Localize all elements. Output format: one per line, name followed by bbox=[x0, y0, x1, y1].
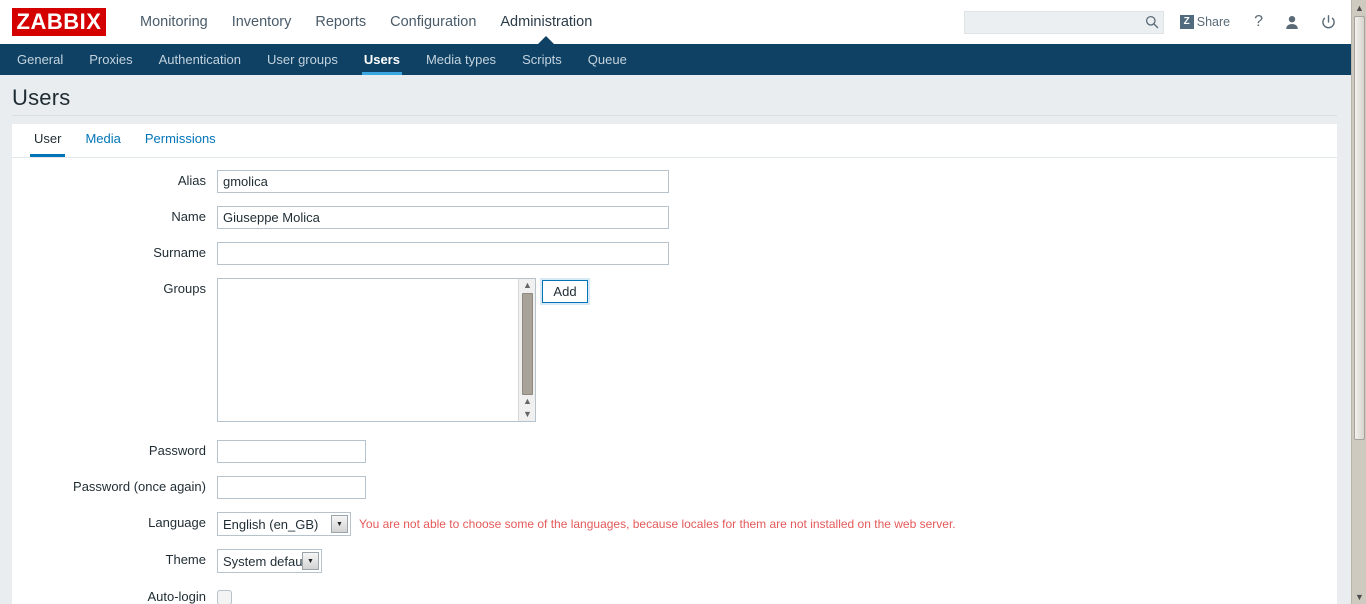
password-control bbox=[217, 440, 366, 463]
autologin-checkbox[interactable] bbox=[217, 590, 232, 604]
scrollbar-thumb[interactable] bbox=[522, 293, 533, 395]
scroll-down-icon[interactable]: ▼ bbox=[519, 408, 536, 421]
form-tabs: User Media Permissions bbox=[12, 124, 1337, 158]
alias-control bbox=[217, 170, 669, 193]
groups-listbox-scrollbar[interactable]: ▲ ▲ ▼ bbox=[518, 279, 535, 421]
name-control bbox=[217, 206, 669, 229]
language-label: Language bbox=[148, 515, 206, 530]
menu-item-monitoring[interactable]: Monitoring bbox=[128, 0, 220, 44]
password-label: Password bbox=[148, 443, 206, 458]
name-label: Name bbox=[171, 209, 206, 224]
subnav-item-media-types[interactable]: Media types bbox=[413, 44, 509, 75]
top-header: ZABBIX Monitoring Inventory Reports Conf… bbox=[0, 0, 1351, 44]
language-control: English (en_GB) ▼ You are not able to ch… bbox=[217, 512, 956, 536]
zabbix-logo[interactable]: ZABBIX bbox=[12, 8, 106, 36]
theme-control: System default ▼ bbox=[217, 549, 322, 573]
header-right-tools: Z Share ? bbox=[963, 0, 1336, 44]
title-divider bbox=[12, 115, 1337, 116]
page-scroll-up-icon[interactable]: ▲ bbox=[1352, 0, 1366, 15]
zabbix-app-window: ZABBIX Monitoring Inventory Reports Conf… bbox=[0, 0, 1366, 604]
form-row-language: Language English (en_GB) ▼ You are not a… bbox=[12, 512, 1337, 536]
language-warning-text: You are not able to choose some of the l… bbox=[359, 517, 956, 531]
scroll-arrows-bottom: ▲ ▼ bbox=[519, 395, 536, 421]
password-again-control bbox=[217, 476, 366, 499]
page-title: Users bbox=[12, 85, 71, 110]
chevron-down-icon: ▼ bbox=[331, 515, 348, 533]
alias-label: Alias bbox=[177, 173, 206, 188]
theme-label: Theme bbox=[165, 552, 206, 567]
autologin-label: Auto-login bbox=[147, 589, 206, 604]
password-again-input[interactable] bbox=[217, 476, 366, 499]
menu-item-administration[interactable]: Administration bbox=[488, 0, 604, 44]
groups-listbox[interactable] bbox=[217, 278, 536, 422]
theme-select[interactable]: System default ▼ bbox=[217, 549, 322, 573]
alias-input[interactable] bbox=[217, 170, 669, 193]
subnav-item-proxies[interactable]: Proxies bbox=[76, 44, 145, 75]
scroll-up-icon[interactable]: ▲ bbox=[519, 279, 536, 292]
tab-user[interactable]: User bbox=[22, 124, 73, 157]
language-select[interactable]: English (en_GB) ▼ bbox=[217, 512, 351, 536]
share-label: Share bbox=[1196, 15, 1231, 29]
help-icon[interactable]: ? bbox=[1254, 13, 1263, 31]
subnav-item-users[interactable]: Users bbox=[351, 44, 413, 75]
groups-label: Groups bbox=[163, 281, 206, 296]
menu-item-reports[interactable]: Reports bbox=[303, 0, 378, 44]
groups-listbox-wrapper: ▲ ▲ ▼ bbox=[217, 278, 536, 422]
main-menu: Monitoring Inventory Reports Configurati… bbox=[128, 0, 604, 44]
surname-control bbox=[217, 242, 669, 265]
page-title-bar: Users bbox=[0, 75, 1351, 124]
subnav-item-scripts[interactable]: Scripts bbox=[509, 44, 575, 75]
groups-control: ▲ ▲ ▼ Add bbox=[217, 278, 588, 422]
form-row-groups: Groups ▲ ▲ ▼ Add bbox=[12, 278, 1337, 422]
share-button[interactable]: Z Share bbox=[1179, 15, 1231, 29]
subnav-item-queue[interactable]: Queue bbox=[575, 44, 640, 75]
search-input[interactable] bbox=[963, 10, 1164, 34]
name-input[interactable] bbox=[217, 206, 669, 229]
add-group-button[interactable]: Add bbox=[542, 280, 588, 303]
sub-navigation: General Proxies Authentication User grou… bbox=[0, 44, 1351, 75]
subnav-item-user-groups[interactable]: User groups bbox=[254, 44, 351, 75]
power-icon[interactable] bbox=[1321, 14, 1336, 30]
user-form: Alias Name Surname Groups bbox=[12, 158, 1337, 604]
surname-input[interactable] bbox=[217, 242, 669, 265]
form-row-password-again: Password (once again) bbox=[12, 476, 1337, 499]
form-row-surname: Surname bbox=[12, 242, 1337, 265]
page-scrollbar-thumb[interactable] bbox=[1354, 16, 1365, 440]
zabbix-share-badge-icon: Z bbox=[1179, 15, 1194, 29]
autologin-control bbox=[217, 586, 232, 604]
form-row-name: Name bbox=[12, 206, 1337, 229]
surname-label: Surname bbox=[153, 245, 206, 260]
subnav-item-general[interactable]: General bbox=[4, 44, 76, 75]
language-select-value: English (en_GB) bbox=[223, 516, 319, 532]
menu-item-configuration[interactable]: Configuration bbox=[378, 0, 488, 44]
subnav-item-authentication[interactable]: Authentication bbox=[146, 44, 254, 75]
form-row-alias: Alias bbox=[12, 170, 1337, 193]
tab-media[interactable]: Media bbox=[73, 124, 132, 157]
scroll-up-small-icon[interactable]: ▲ bbox=[519, 395, 536, 408]
page-scroll-down-icon[interactable]: ▼ bbox=[1352, 589, 1366, 604]
password-input[interactable] bbox=[217, 440, 366, 463]
form-row-password: Password bbox=[12, 440, 1337, 463]
search-box bbox=[963, 10, 1164, 34]
content-panel: User Media Permissions Alias Name Surnam… bbox=[12, 124, 1337, 604]
page-scrollbar[interactable]: ▲ ▼ bbox=[1351, 0, 1366, 604]
form-row-autologin: Auto-login bbox=[12, 586, 1337, 604]
password-again-label: Password (once again) bbox=[73, 479, 206, 494]
form-row-theme: Theme System default ▼ bbox=[12, 549, 1337, 573]
chevron-down-icon: ▼ bbox=[302, 552, 319, 570]
menu-item-inventory[interactable]: Inventory bbox=[220, 0, 304, 44]
tab-permissions[interactable]: Permissions bbox=[133, 124, 228, 157]
user-icon[interactable] bbox=[1285, 15, 1299, 30]
